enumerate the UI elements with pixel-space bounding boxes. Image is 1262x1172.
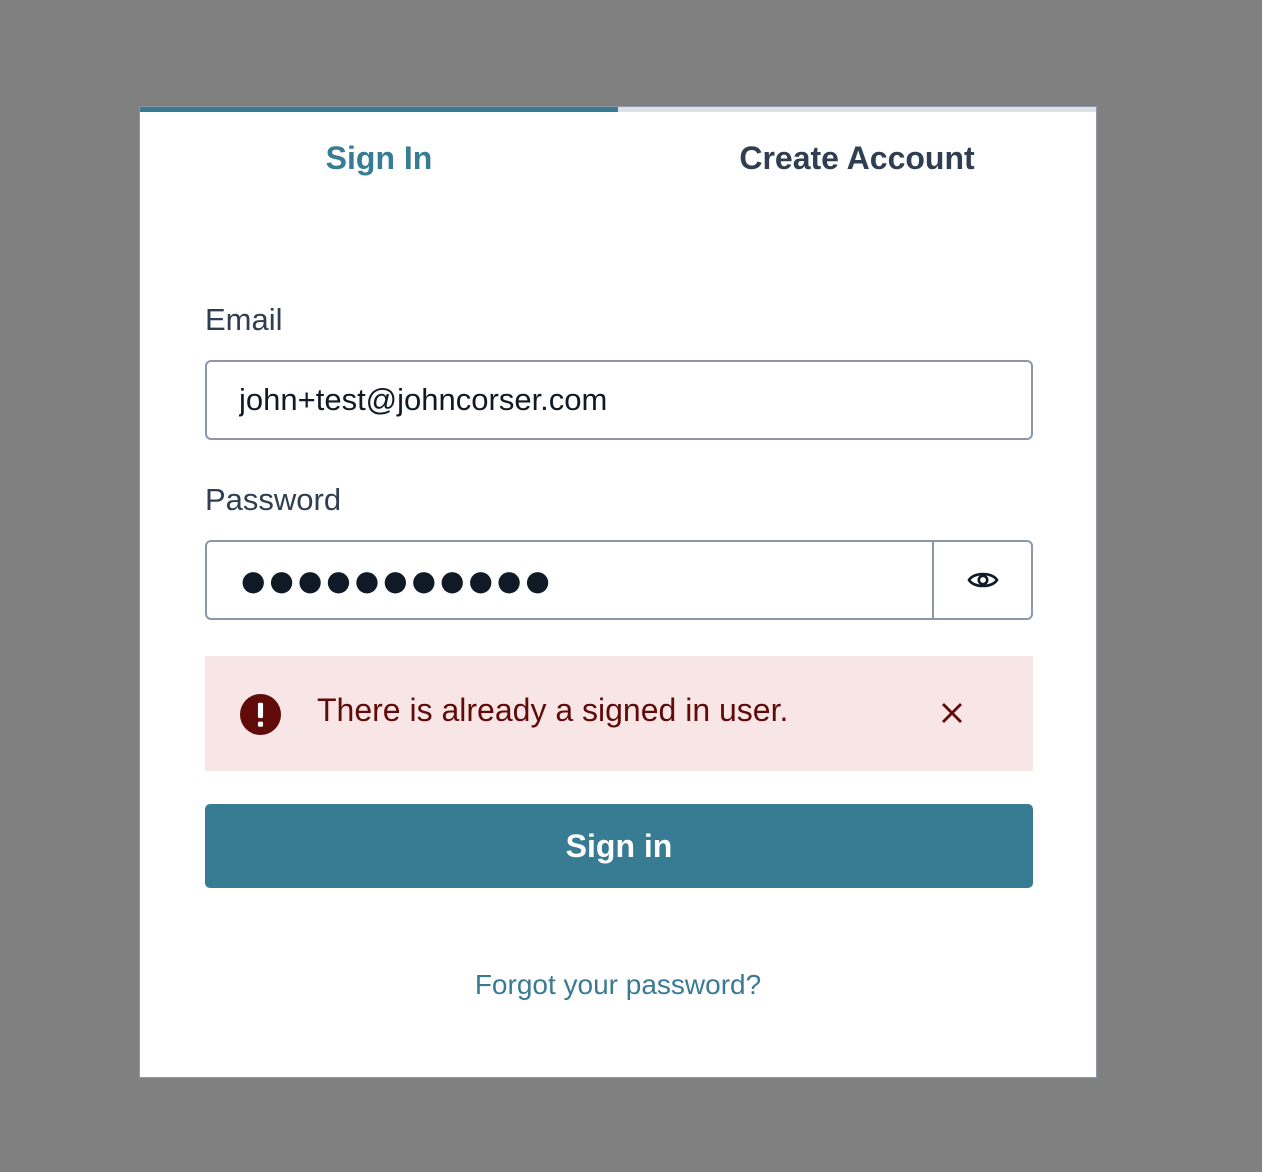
auth-card: Sign In Create Account Email Password Th… xyxy=(139,106,1097,1078)
auth-tabs: Sign In Create Account xyxy=(140,107,1096,217)
show-password-button[interactable] xyxy=(932,542,1031,618)
sign-in-button[interactable]: Sign in xyxy=(205,804,1033,888)
close-icon xyxy=(942,703,962,723)
dismiss-alert-button[interactable] xyxy=(935,696,969,730)
email-field[interactable] xyxy=(207,362,1031,438)
password-label: Password xyxy=(205,482,342,517)
password-field-container xyxy=(205,540,1033,620)
email-field-container xyxy=(205,360,1033,440)
error-message: There is already a signed in user. xyxy=(317,692,789,728)
error-alert: There is already a signed in user. xyxy=(205,656,1033,771)
forgot-password-link[interactable]: Forgot your password? xyxy=(140,969,1096,1001)
tab-sign-in[interactable]: Sign In xyxy=(140,107,618,217)
error-icon xyxy=(240,694,281,735)
eye-icon xyxy=(966,572,999,588)
tab-create-account[interactable]: Create Account xyxy=(618,107,1096,217)
email-label: Email xyxy=(205,302,283,337)
password-field[interactable] xyxy=(207,542,932,618)
